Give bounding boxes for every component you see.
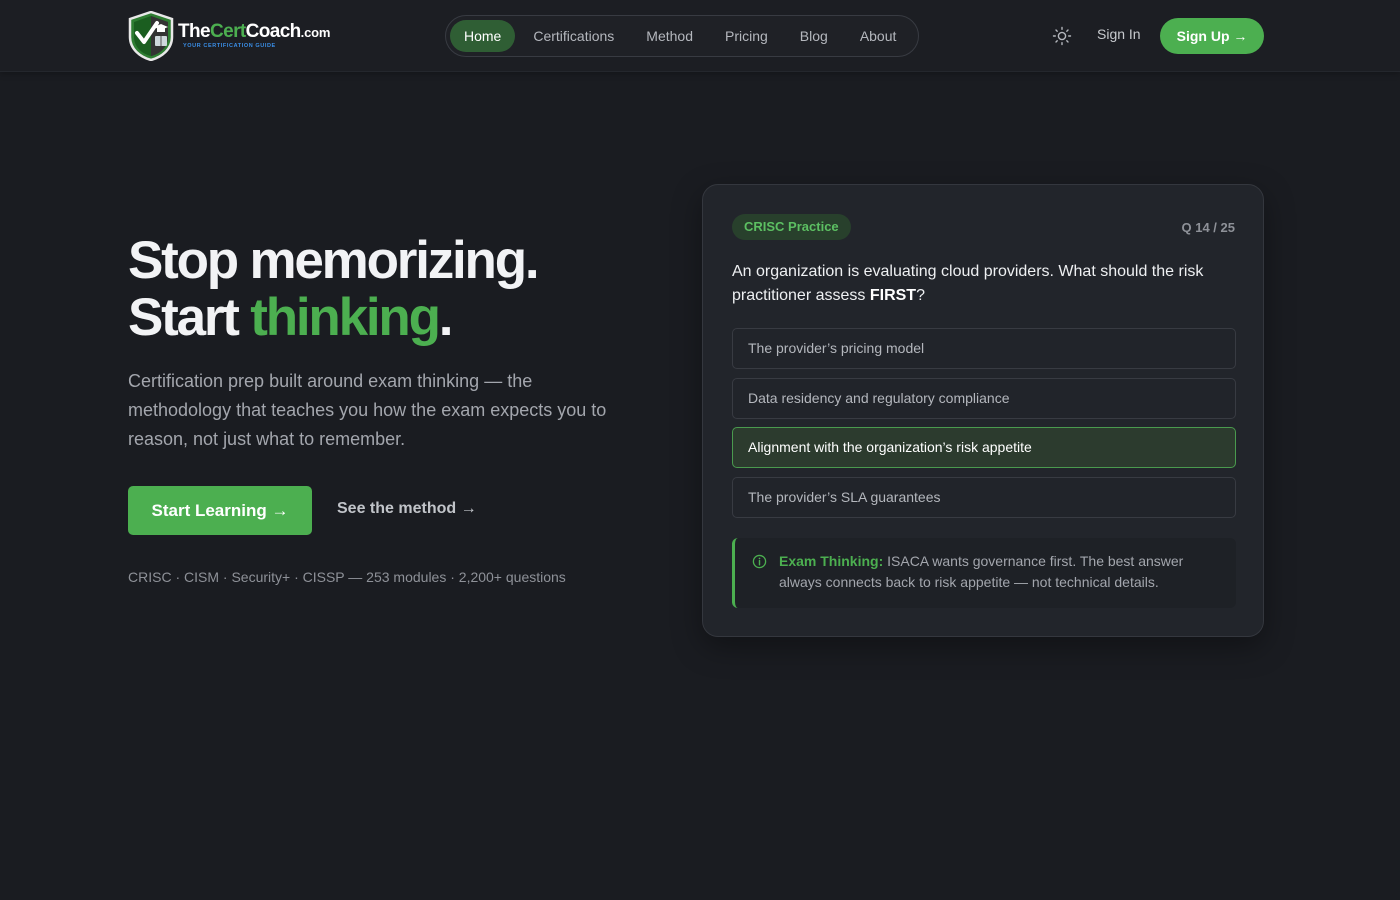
hero-stats: CRISC · CISM · Security+ · CISSP — 253 m… [128, 569, 566, 585]
answer-option-selected[interactable]: Alignment with the organization’s risk a… [732, 427, 1236, 468]
start-learning-button[interactable]: Start Learning → [128, 486, 312, 535]
explanation-label: Exam Thinking: [779, 553, 884, 569]
nav-about[interactable]: About [846, 20, 911, 52]
answer-option[interactable]: Data residency and regulatory compliance [732, 378, 1236, 419]
nav-method[interactable]: Method [632, 20, 707, 52]
explanation-text: Exam Thinking: ISACA wants governance fi… [779, 553, 1184, 590]
hero-description: Certification prep built around exam thi… [128, 371, 607, 449]
brand-logo[interactable]: TheCertCoach.com YOUR CERTIFICATION GUID… [128, 10, 330, 62]
info-icon [752, 554, 767, 569]
question-counter: Q 14 / 25 [1181, 220, 1235, 235]
hero-title-line2-suffix: . [438, 288, 454, 347]
top-navbar: TheCertCoach.com YOUR CERTIFICATION GUID… [0, 0, 1400, 72]
nav-blog[interactable]: Blog [786, 20, 842, 52]
answer-option[interactable]: The provider’s SLA guarantees [732, 477, 1236, 518]
question-text: An organization is evaluating cloud prov… [732, 263, 1204, 304]
practice-badge: CRISC Practice [732, 214, 851, 240]
hero-title-line2-prefix: Start [128, 288, 251, 347]
brand-wordmark: TheCertCoach.com YOUR CERTIFICATION GUID… [178, 22, 330, 50]
practice-question-card: CRISC Practice Q 14 / 25 An organization… [702, 184, 1264, 637]
answer-option[interactable]: The provider’s pricing model [732, 328, 1236, 369]
brand-name: TheCertCoach.com [178, 21, 331, 43]
nav-home[interactable]: Home [450, 20, 516, 52]
exam-thinking-explanation: Exam Thinking: ISACA wants governance fi… [732, 538, 1236, 608]
hero-title-accent: thinking [250, 288, 441, 347]
sun-icon [1052, 26, 1072, 46]
shield-check-icon [128, 11, 174, 61]
nav-certifications[interactable]: Certifications [519, 20, 628, 52]
brand-tagline: YOUR CERTIFICATION GUIDE [183, 43, 276, 50]
see-method-link[interactable]: See the method → [337, 500, 477, 518]
sign-up-button[interactable]: Sign Up → [1160, 18, 1264, 54]
theme-toggle-button[interactable] [1050, 24, 1074, 48]
hero-title-line1: Stop memorizing. [128, 231, 540, 290]
nav-pricing[interactable]: Pricing [711, 20, 782, 52]
main-nav: Home Certifications Method Pricing Blog … [445, 15, 919, 57]
question-emphasis: FIRST [869, 287, 917, 304]
hero-title: Stop memorizing. Start thinking. [128, 232, 668, 346]
sign-in-link[interactable]: Sign In [1097, 26, 1141, 42]
